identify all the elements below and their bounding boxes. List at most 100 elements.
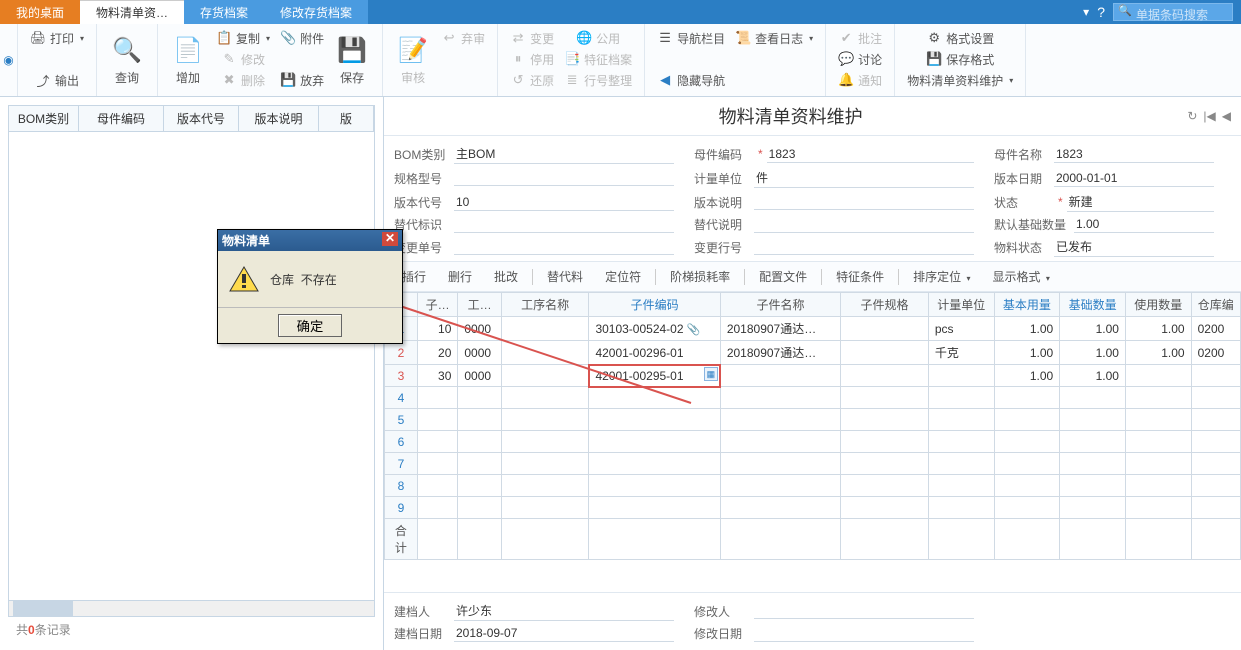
left-scrollbar[interactable] xyxy=(8,601,375,617)
abandon-button[interactable]: 💾放弃 xyxy=(276,70,328,90)
delete-button[interactable]: ✖删除 xyxy=(212,70,274,90)
tab-desktop[interactable]: 我的桌面 xyxy=(0,0,80,24)
bom-type-field[interactable]: 主BOM xyxy=(454,144,674,164)
public-icon: 🌐 xyxy=(576,30,592,46)
save-format-icon: 💾 xyxy=(926,51,942,67)
copy-button[interactable]: 📋复制▾ xyxy=(212,28,274,48)
edit-icon: ✎ xyxy=(221,51,237,67)
batch-approve-button[interactable]: ✔批注 xyxy=(834,28,886,48)
discuss-button[interactable]: 💬讨论 xyxy=(834,49,886,69)
search-icon: 🔍 xyxy=(111,35,143,67)
ver-code-field[interactable]: 10 xyxy=(454,194,674,211)
save-format-button[interactable]: 💾保存格式 xyxy=(903,49,1017,69)
detail-grid: 子… 工… 工序名称 子件编码 子件名称 子件规格 计量单位 基本用量 基础数量… xyxy=(384,292,1241,592)
first-icon[interactable]: |◀ xyxy=(1203,109,1215,123)
discard-button[interactable]: ↩弃审 xyxy=(437,28,489,48)
dialog-ok-button[interactable]: 确定 xyxy=(278,314,343,337)
footer: 建档人许少东 修改人 建档日期2018-09-07 修改日期 xyxy=(384,592,1241,650)
nav-icon: ☰ xyxy=(657,30,673,46)
col-parent-code[interactable]: 母件编码 xyxy=(79,106,164,131)
audit-icon: 📝 xyxy=(397,35,429,67)
notify-button[interactable]: 🔔通知 xyxy=(834,70,886,90)
ribbon-toolbar: ◉ 🖨打印▾ ⤴输出 🔍查询 📄增加 📋复制▾ ✎修改 ✖删除 📎附件 💾放弃 … xyxy=(0,24,1241,97)
delete-row-button[interactable]: 删行 xyxy=(440,266,480,287)
picker-icon[interactable]: ▦ xyxy=(704,367,718,381)
save-button[interactable]: 💾保存 xyxy=(330,28,374,92)
ver-desc-field[interactable] xyxy=(754,194,974,210)
format-setting-button[interactable]: ⚙格式设置 xyxy=(903,28,1017,48)
config-button[interactable]: 配置文件 xyxy=(751,266,815,287)
audit-button[interactable]: 📝审核 xyxy=(391,28,435,92)
top-tab-bar: 我的桌面 物料清单资… 存货档案 修改存货档案 ▾ ? 单据条码搜索 xyxy=(0,0,1241,24)
discard-icon: ↩ xyxy=(441,30,457,46)
tab-inventory[interactable]: 存货档案 xyxy=(184,0,264,24)
tab-modify-inventory[interactable]: 修改存货档案 xyxy=(264,0,368,24)
left-grid-body[interactable] xyxy=(8,132,375,601)
feature-button[interactable]: 特征条件 xyxy=(828,266,892,287)
attach-button[interactable]: 📎附件 xyxy=(276,28,328,48)
base-qty-field[interactable]: 1.00 xyxy=(1074,216,1214,233)
hide-nav-button[interactable]: ◀隐藏导航 xyxy=(653,70,729,90)
table-row[interactable]: 2 20 0000 42001-00296-01 20180907通达… 千克 … xyxy=(385,341,1241,365)
table-row[interactable]: 6 xyxy=(385,431,1241,453)
add-icon: 📄 xyxy=(172,35,204,67)
delete-icon: ✖ xyxy=(221,72,237,88)
restore-button[interactable]: ↺还原 xyxy=(506,70,558,90)
table-row[interactable]: 9 xyxy=(385,497,1241,519)
output-icon: ⤴ xyxy=(35,72,51,88)
alt-material-button[interactable]: 替代料 xyxy=(539,266,591,287)
warning-dialog: 物料清单 ✕ 仓库 不存在 确定 xyxy=(217,229,403,344)
change-no-field xyxy=(454,239,674,255)
view-log-button[interactable]: 📜查看日志▾ xyxy=(731,28,817,48)
batch-edit-button[interactable]: 批改 xyxy=(486,266,526,287)
loss-button[interactable]: 阶梯损耗率 xyxy=(662,266,738,287)
create-date-field: 2018-09-07 xyxy=(454,625,674,642)
change-icon: ⇄ xyxy=(510,30,526,46)
add-button[interactable]: 📄增加 xyxy=(166,28,210,92)
change-button[interactable]: ⇄变更 xyxy=(506,28,558,48)
col-ver[interactable]: 版 xyxy=(319,106,374,131)
form-block: BOM类别主BOM 母件编码*1823 母件名称1823 规格型号 计量单位件 … xyxy=(384,136,1241,261)
feature-file-button[interactable]: 📑特征档案 xyxy=(560,49,636,69)
table-row[interactable]: 3 30 0000 42001-00295-01▦ 1.00 1.00 xyxy=(385,365,1241,387)
table-row[interactable]: 8 xyxy=(385,475,1241,497)
ribbon-toggle-icon[interactable]: ◉ xyxy=(3,53,13,67)
save-icon: 💾 xyxy=(336,35,368,67)
prev-icon[interactable]: ◀ xyxy=(1222,109,1231,123)
status-field[interactable]: 新建 xyxy=(1067,192,1214,212)
display-button[interactable]: 显示格式 ▾ xyxy=(985,266,1058,287)
table-row[interactable]: 1 10 0000 30103-00524-02📎 20180907通达… pc… xyxy=(385,317,1241,341)
nav-bar-button[interactable]: ☰导航栏目 xyxy=(653,28,729,48)
stop-button[interactable]: ⏸停用 xyxy=(506,49,558,69)
col-version-code[interactable]: 版本代号 xyxy=(164,106,239,131)
parent-code-field[interactable]: 1823 xyxy=(767,146,974,163)
modify-button[interactable]: ✎修改 xyxy=(212,49,274,69)
query-button[interactable]: 🔍查询 xyxy=(105,28,149,92)
ver-date-field[interactable]: 2000-01-01 xyxy=(1054,170,1214,187)
row-arrange-button[interactable]: ≣行号整理 xyxy=(560,70,636,90)
tab-bom[interactable]: 物料清单资… xyxy=(80,0,184,24)
discuss-icon: 💬 xyxy=(838,51,854,67)
table-row[interactable]: 4 xyxy=(385,387,1241,409)
table-row[interactable]: 7 xyxy=(385,453,1241,475)
col-bom-type[interactable]: BOM类别 xyxy=(9,106,79,131)
modifier-field xyxy=(754,603,974,619)
table-row[interactable]: 5 xyxy=(385,409,1241,431)
output-button[interactable]: ⤴输出 xyxy=(26,70,88,90)
sort-button[interactable]: 排序定位 ▾ xyxy=(905,266,978,287)
dropdown-icon[interactable]: ▾ xyxy=(1083,5,1089,19)
col-version-desc[interactable]: 版本说明 xyxy=(239,106,319,131)
spec-field xyxy=(454,170,674,186)
log-icon: 📜 xyxy=(735,30,751,46)
alt-desc-field[interactable] xyxy=(754,217,974,233)
print-button[interactable]: 🖨打印▾ xyxy=(26,28,88,48)
refresh-icon[interactable]: ↻ xyxy=(1187,109,1197,123)
locator-button[interactable]: 定位符 xyxy=(597,266,649,287)
search-input[interactable]: 单据条码搜索 xyxy=(1113,3,1233,21)
dialog-close-button[interactable]: ✕ xyxy=(382,232,398,246)
public-button[interactable]: 🌐公用 xyxy=(560,28,636,48)
bom-maintain-button[interactable]: 物料清单资料维护▾ xyxy=(903,70,1017,90)
alt-field[interactable] xyxy=(454,217,674,233)
help-icon[interactable]: ? xyxy=(1097,4,1105,20)
unit-field: 件 xyxy=(754,168,974,188)
